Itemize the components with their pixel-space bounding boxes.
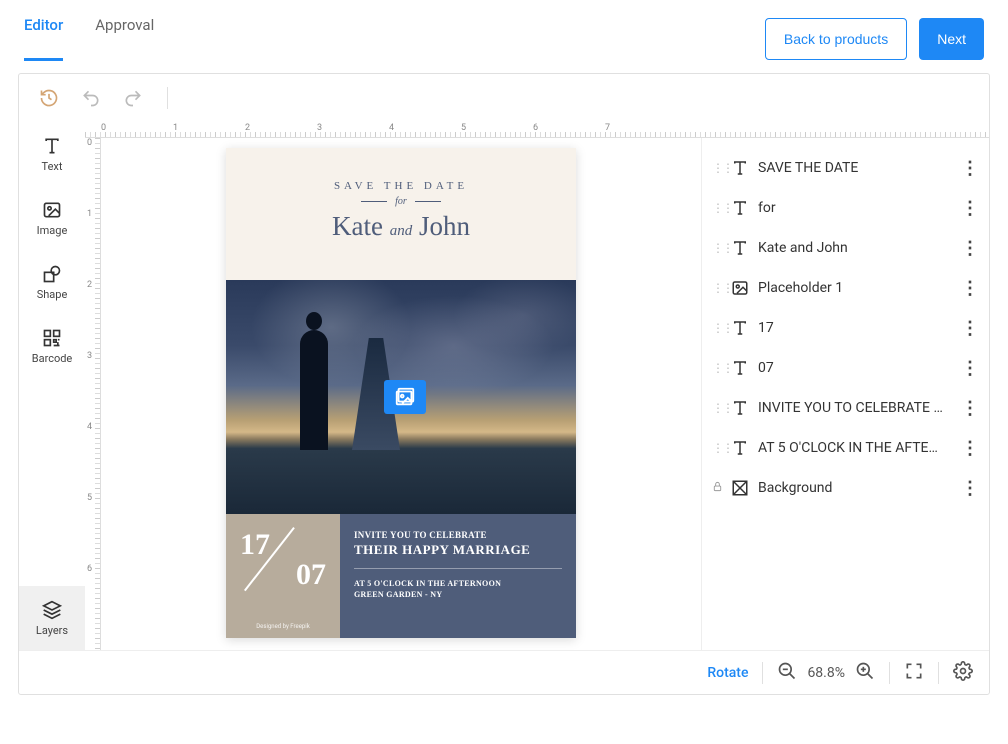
- layer-row[interactable]: ⋮⋮ SAVE THE DATE ⋮: [708, 148, 983, 188]
- undo-button[interactable]: [79, 86, 103, 110]
- text-icon: [730, 318, 750, 338]
- layer-row[interactable]: ⋮⋮ for ⋮: [708, 188, 983, 228]
- history-icon[interactable]: [37, 86, 61, 110]
- layer-menu-icon[interactable]: ⋮: [961, 158, 979, 179]
- zoom-out-icon[interactable]: [777, 661, 797, 685]
- redo-button[interactable]: [121, 86, 145, 110]
- layer-label: Placeholder 1: [758, 280, 953, 296]
- image-icon: [730, 278, 750, 298]
- layer-row[interactable]: ⋮⋮ Kate and John ⋮: [708, 228, 983, 268]
- drag-handle-icon[interactable]: ⋮⋮: [712, 361, 722, 375]
- drag-handle-icon[interactable]: ⋮⋮: [712, 241, 722, 255]
- tab-approval[interactable]: Approval: [95, 16, 154, 61]
- layer-menu-icon[interactable]: ⋮: [961, 438, 979, 459]
- layer-menu-icon[interactable]: ⋮: [961, 318, 979, 339]
- invitation-card[interactable]: SAVE THE DATE for Kate and John: [226, 148, 576, 638]
- card-info-block[interactable]: INVITE YOU TO CELEBRATE THEIR HAPPY MARR…: [340, 514, 576, 638]
- tool-barcode-label: Barcode: [32, 352, 73, 365]
- zoom-controls: 68.8%: [777, 661, 875, 685]
- image-placeholder-icon[interactable]: [384, 380, 426, 414]
- editor-frame: Text Image Shape Barcode Layers 0123: [18, 73, 990, 695]
- top-actions: Back to products Next: [765, 18, 984, 60]
- layers-panel: ⋮⋮SAVE THE DATE⋮⋮⋮for⋮⋮⋮Kate and John⋮⋮⋮…: [701, 138, 989, 650]
- rotate-button[interactable]: Rotate: [707, 665, 748, 681]
- layer-row[interactable]: ⋮⋮ 17 ⋮: [708, 308, 983, 348]
- back-to-products-button[interactable]: Back to products: [765, 18, 907, 60]
- layer-label: SAVE THE DATE: [758, 160, 953, 176]
- card-header: SAVE THE DATE for Kate and John: [226, 148, 576, 280]
- tab-editor[interactable]: Editor: [24, 16, 63, 61]
- layer-label: for: [758, 200, 953, 216]
- left-toolbar: Text Image Shape Barcode Layers: [19, 122, 85, 650]
- top-bar: Editor Approval Back to products Next: [0, 0, 1008, 61]
- tool-barcode[interactable]: Barcode: [19, 314, 85, 378]
- layer-label: 17: [758, 320, 953, 336]
- ruler-horizontal: 01234567: [85, 122, 989, 138]
- tool-text[interactable]: Text: [19, 122, 85, 186]
- layer-menu-icon[interactable]: ⋮: [961, 238, 979, 259]
- layer-label: Background: [758, 480, 953, 496]
- layer-row[interactable]: ⋮⋮ 07 ⋮: [708, 348, 983, 388]
- names-text[interactable]: Kate and John: [226, 211, 576, 242]
- layer-label: 07: [758, 360, 953, 376]
- layer-menu-icon[interactable]: ⋮: [961, 358, 979, 379]
- settings-icon[interactable]: [953, 661, 973, 685]
- drag-handle-icon[interactable]: ⋮⋮: [712, 321, 722, 335]
- drag-handle-icon[interactable]: ⋮⋮: [712, 201, 722, 215]
- top-toolbar: [19, 74, 989, 122]
- tool-text-label: Text: [42, 160, 63, 173]
- zoom-level: 68.8%: [807, 665, 845, 681]
- for-text[interactable]: for: [226, 196, 576, 207]
- card-date-block[interactable]: 17 07 Designed by Freepik: [226, 514, 340, 638]
- drag-handle-icon[interactable]: ⋮⋮: [712, 161, 722, 175]
- drag-handle-icon[interactable]: ⋮⋮: [712, 441, 722, 455]
- ruler-vertical: 0123456: [85, 138, 101, 650]
- drag-handle-icon[interactable]: ⋮⋮: [712, 281, 722, 295]
- status-bar: Rotate 68.8%: [19, 650, 989, 694]
- layer-label: INVITE YOU TO CELEBRATE …: [758, 400, 953, 416]
- tool-layers[interactable]: Layers: [19, 586, 85, 650]
- save-the-date-text[interactable]: SAVE THE DATE: [226, 180, 576, 192]
- tool-image[interactable]: Image: [19, 186, 85, 250]
- tool-layers-label: Layers: [36, 624, 68, 637]
- card-photo-placeholder[interactable]: [226, 280, 576, 514]
- background-icon: [730, 478, 750, 498]
- layer-row[interactable]: ⋮⋮ Placeholder 1 ⋮: [708, 268, 983, 308]
- canvas-area: 01234567 0123456 SAVE THE DATE for Kate …: [85, 122, 989, 650]
- layer-label: AT 5 O'CLOCK IN THE AFTE…: [758, 440, 953, 456]
- text-icon: [730, 158, 750, 178]
- layer-row[interactable]: Background ⋮: [708, 468, 983, 508]
- drag-handle-icon[interactable]: [712, 481, 722, 495]
- toolbar-separator: [167, 87, 168, 109]
- zoom-in-icon[interactable]: [855, 661, 875, 685]
- editor-main: Text Image Shape Barcode Layers 0123: [19, 122, 989, 650]
- text-icon: [730, 398, 750, 418]
- text-icon: [730, 358, 750, 378]
- tool-shape-label: Shape: [37, 288, 68, 301]
- layer-label: Kate and John: [758, 240, 953, 256]
- layer-menu-icon[interactable]: ⋮: [961, 478, 979, 499]
- text-icon: [730, 438, 750, 458]
- layer-menu-icon[interactable]: ⋮: [961, 278, 979, 299]
- tabs: Editor Approval: [24, 16, 154, 61]
- text-icon: [730, 198, 750, 218]
- tool-shape[interactable]: Shape: [19, 250, 85, 314]
- fullscreen-icon[interactable]: [904, 661, 924, 685]
- text-icon: [730, 238, 750, 258]
- layer-menu-icon[interactable]: ⋮: [961, 398, 979, 419]
- drag-handle-icon[interactable]: ⋮⋮: [712, 401, 722, 415]
- layer-row[interactable]: ⋮⋮ INVITE YOU TO CELEBRATE … ⋮: [708, 388, 983, 428]
- canvas-stage[interactable]: SAVE THE DATE for Kate and John: [101, 138, 701, 650]
- next-button[interactable]: Next: [919, 18, 984, 60]
- card-bottom: 17 07 Designed by Freepik INVITE YOU TO …: [226, 514, 576, 638]
- layer-row[interactable]: ⋮⋮ AT 5 O'CLOCK IN THE AFTE… ⋮: [708, 428, 983, 468]
- layer-menu-icon[interactable]: ⋮: [961, 198, 979, 219]
- tool-image-label: Image: [37, 224, 68, 237]
